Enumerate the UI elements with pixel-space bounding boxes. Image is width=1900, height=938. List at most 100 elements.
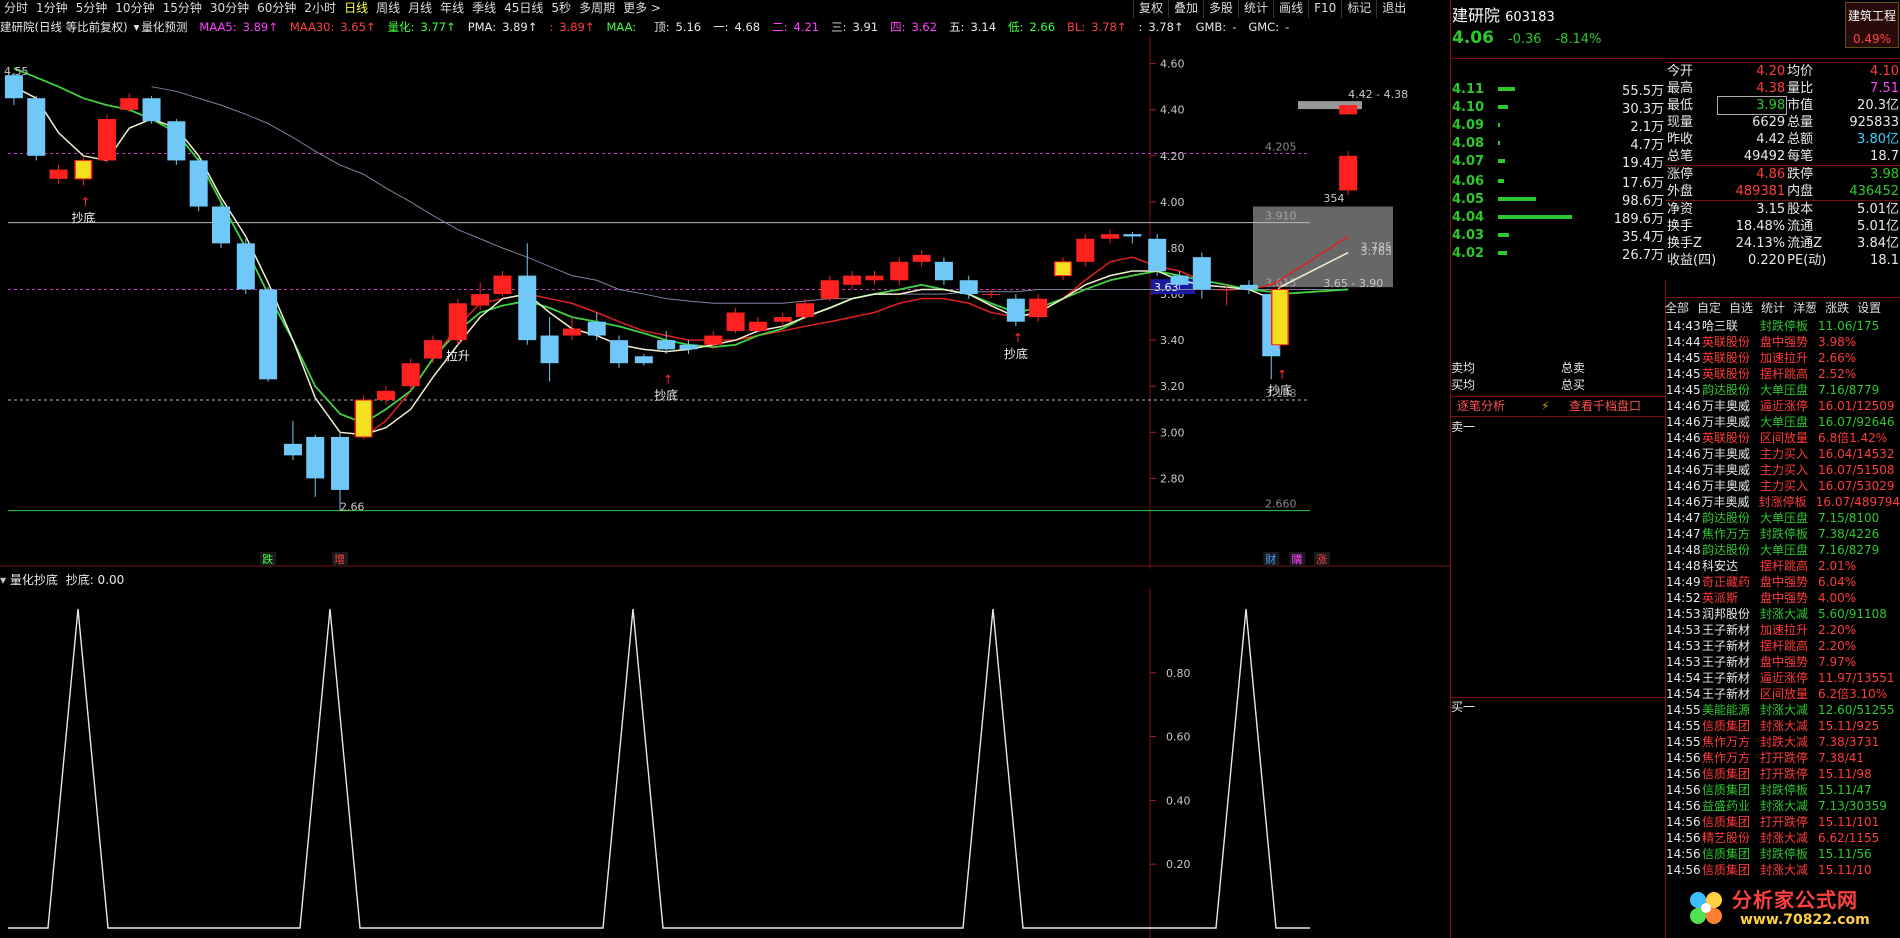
period-tab[interactable]: 多周期 bbox=[575, 0, 619, 18]
tick-analysis-button[interactable]: 逐笔分析 bbox=[1457, 399, 1505, 413]
event-badge-label: 購 bbox=[1291, 552, 1302, 566]
feed-row[interactable]: 14:47 焦作万方 封跌停板 7.38/4226 bbox=[1666, 526, 1900, 542]
toolbar-button[interactable]: 标记 bbox=[1341, 0, 1376, 18]
feed-tab[interactable]: 洋葱 bbox=[1793, 299, 1817, 316]
order-book-row[interactable]: 4.10 30.3万 bbox=[1452, 98, 1664, 117]
order-book-row[interactable]: 4.02 26.7万 bbox=[1452, 244, 1664, 263]
feed-row[interactable]: 14:46 万丰奥威 大单压盘 16.07/92646 bbox=[1666, 414, 1900, 430]
order-volume: 98.6万 bbox=[1622, 193, 1664, 209]
order-book-row[interactable]: 4.06 17.6万 bbox=[1452, 172, 1664, 191]
order-book-row[interactable]: 4.11 55.5万 bbox=[1452, 80, 1664, 99]
feed-row[interactable]: 14:54 王子新材 逼近涨停 11.97/13551 bbox=[1666, 670, 1900, 686]
toolbar-button[interactable]: 退出 bbox=[1376, 0, 1411, 18]
feed-tab[interactable]: 自定 bbox=[1697, 299, 1721, 316]
order-price: 4.08 bbox=[1452, 135, 1485, 151]
chevron-down-icon[interactable]: ▾ bbox=[0, 573, 6, 587]
feed-row[interactable]: 14:44 英联股份 盘中强势 3.98% bbox=[1666, 334, 1900, 350]
feed-row[interactable]: 14:49 奇正藏药 盘中强势 6.04% bbox=[1666, 574, 1900, 590]
feed-row[interactable]: 14:55 信质集团 封涨大减 15.11/925 bbox=[1666, 718, 1900, 734]
quote-stat-row: 收益(四) 0.220 PE(动) 18.1 bbox=[1666, 252, 1900, 269]
feed-row[interactable]: 14:56 信质集团 打开跌停 15.11/101 bbox=[1666, 814, 1900, 830]
feed-row[interactable]: 14:55 美能能源 封涨大减 12.60/51255 bbox=[1666, 702, 1900, 718]
feed-stock: 英联股份 bbox=[1702, 335, 1751, 349]
period-tab[interactable]: 日线 bbox=[340, 0, 372, 18]
feed-row[interactable]: 14:48 韵达股份 大单压盘 7.16/8279 bbox=[1666, 542, 1900, 558]
period-tab[interactable]: 2小时 bbox=[300, 0, 340, 18]
toolbar-button[interactable]: 统计 bbox=[1238, 0, 1273, 18]
feed-time: 14:52 bbox=[1666, 591, 1701, 605]
period-tab[interactable]: 年线 bbox=[436, 0, 468, 18]
toolbar-button[interactable]: 叠加 bbox=[1168, 0, 1203, 18]
feed-row[interactable]: 14:55 焦作万方 封跌大减 7.38/3731 bbox=[1666, 734, 1900, 750]
feed-row[interactable]: 14:46 万丰奥威 逼近涨停 16.01/12509 bbox=[1666, 398, 1900, 414]
period-tab[interactable]: 5分钟 bbox=[72, 0, 112, 18]
period-tab[interactable]: 10分钟 bbox=[111, 0, 158, 18]
price-annotation: 354 bbox=[1323, 192, 1344, 205]
toolbar-button[interactable]: 画线 bbox=[1273, 0, 1308, 18]
feed-row[interactable]: 14:53 王子新材 加速拉升 2.20% bbox=[1666, 622, 1900, 638]
feed-stock: 益盛药业 bbox=[1702, 799, 1751, 813]
feed-row[interactable]: 14:52 英派斯 盘中强势 4.00% bbox=[1666, 590, 1900, 606]
toolbar-button[interactable]: 多股 bbox=[1203, 0, 1238, 18]
feed-row[interactable]: 14:53 王子新材 盘中强势 7.97% bbox=[1666, 654, 1900, 670]
period-tab[interactable]: 更多 > bbox=[619, 0, 665, 18]
order-book-row[interactable]: 4.03 35.4万 bbox=[1452, 226, 1664, 245]
feed-time: 14:56 bbox=[1666, 815, 1701, 829]
feed-row[interactable]: 14:46 万丰奥威 主力买入 16.07/51508 bbox=[1666, 462, 1900, 478]
formula-name[interactable]: ▾ 量化预测 bbox=[134, 18, 194, 36]
feed-row[interactable]: 14:56 焦作万方 打开跌停 7.38/41 bbox=[1666, 750, 1900, 766]
feed-row[interactable]: 14:54 王子新材 区间放量 6.2倍3.10% bbox=[1666, 686, 1900, 702]
feed-tab[interactable]: 统计 bbox=[1761, 299, 1785, 316]
feed-stock: 科安达 bbox=[1702, 559, 1739, 573]
feed-row[interactable]: 14:56 信质集团 打开跌停 15.11/98 bbox=[1666, 766, 1900, 782]
toolbar-button[interactable]: F10 bbox=[1308, 0, 1341, 18]
feed-row[interactable]: 14:46 万丰奥威 主力买入 16.04/14532 bbox=[1666, 446, 1900, 462]
feed-tab[interactable]: 全部 bbox=[1665, 299, 1689, 316]
depth-button[interactable]: 查看千档盘口 bbox=[1569, 398, 1641, 414]
feed-row[interactable]: 14:45 英联股份 摆杆跳高 2.52% bbox=[1666, 366, 1900, 382]
period-tab[interactable]: 60分钟 bbox=[253, 0, 300, 18]
period-tab[interactable]: 45日线 bbox=[500, 0, 547, 18]
feed-value: 11.97/13551 bbox=[1818, 671, 1895, 685]
feed-row[interactable]: 14:56 信质集团 封跌停板 15.11/56 bbox=[1666, 846, 1900, 862]
quote-stat-row: 总笔 49492 每笔 18.7 bbox=[1666, 148, 1900, 166]
toolbar-button[interactable]: 复权 bbox=[1133, 0, 1168, 18]
feed-row[interactable]: 14:56 信质集团 封涨大减 15.11/10 bbox=[1666, 862, 1900, 878]
candlestick-chart[interactable]: 4.604.404.204.003.803.603.403.203.002.80… bbox=[0, 36, 1450, 569]
order-book-row[interactable]: 4.04 189.6万 bbox=[1452, 208, 1664, 227]
feed-row[interactable]: 14:46 万丰奥威 主力买入 16.07/53029 bbox=[1666, 478, 1900, 494]
feed-row[interactable]: 14:45 韵达股份 大单压盘 7.16/8779 bbox=[1666, 382, 1900, 398]
feed-tabs: 全部 自定 自选 统计 洋葱 涨跌 设置 bbox=[1665, 299, 1900, 316]
order-book-row[interactable]: 4.09 2.1万 bbox=[1452, 116, 1664, 135]
period-tab[interactable]: 月线 bbox=[404, 0, 436, 18]
feed-row[interactable]: 14:53 王子新材 摆杆跳高 2.20% bbox=[1666, 638, 1900, 654]
period-tab[interactable]: 分时 bbox=[0, 0, 32, 18]
feed-row[interactable]: 14:48 科安达 摆杆跳高 2.01% bbox=[1666, 558, 1900, 574]
period-tab[interactable]: 5秒 bbox=[547, 0, 575, 18]
feed-row[interactable]: 14:43 哈三联 封跌停板 11.06/175 bbox=[1666, 318, 1900, 334]
feed-row[interactable]: 14:56 益盛药业 封涨大减 7.13/30359 bbox=[1666, 798, 1900, 814]
order-book-row[interactable]: 4.08 4.7万 bbox=[1452, 134, 1664, 153]
indicator-label: 三: bbox=[831, 20, 847, 34]
feed-row[interactable]: 14:47 韵达股份 大单压盘 7.15/8100 bbox=[1666, 510, 1900, 526]
feed-tab[interactable]: 自选 bbox=[1729, 299, 1753, 316]
feed-row[interactable]: 14:46 万丰奥威 封涨停板 16.07/489794 bbox=[1666, 494, 1900, 510]
feed-value: 16.07/489794 bbox=[1815, 495, 1900, 509]
feed-row[interactable]: 14:53 润邦股份 封涨大减 5.60/91108 bbox=[1666, 606, 1900, 622]
period-tab[interactable]: 30分钟 bbox=[206, 0, 253, 18]
order-book-row[interactable]: 4.05 98.6万 bbox=[1452, 190, 1664, 209]
bottom-indicator-chart[interactable]: 0.80 0.60 0.40 0.20 bbox=[0, 588, 1450, 938]
feed-row[interactable]: 14:46 英联股份 区间放量 6.8倍1.42% bbox=[1666, 430, 1900, 446]
feed-tab[interactable]: 涨跌 bbox=[1825, 299, 1849, 316]
order-book-row[interactable]: 4.07 19.4万 bbox=[1452, 152, 1664, 171]
period-tab[interactable]: 15分钟 bbox=[159, 0, 206, 18]
feed-row[interactable]: 14:45 英联股份 加速拉升 2.66% bbox=[1666, 350, 1900, 366]
feed-tab[interactable]: 设置 bbox=[1857, 299, 1881, 316]
feed-row[interactable]: 14:56 精艺股份 封涨大减 6.62/1155 bbox=[1666, 830, 1900, 846]
chart-name: 建研院(日线 等比前复权) bbox=[0, 20, 128, 34]
sector-tag[interactable]: 建筑工程 0.49% bbox=[1845, 2, 1899, 48]
period-tab[interactable]: 周线 bbox=[372, 0, 404, 18]
period-tab[interactable]: 季线 bbox=[468, 0, 500, 18]
period-tab[interactable]: 1分钟 bbox=[32, 0, 72, 18]
feed-row[interactable]: 14:56 信质集团 封跌停板 15.11/47 bbox=[1666, 782, 1900, 798]
